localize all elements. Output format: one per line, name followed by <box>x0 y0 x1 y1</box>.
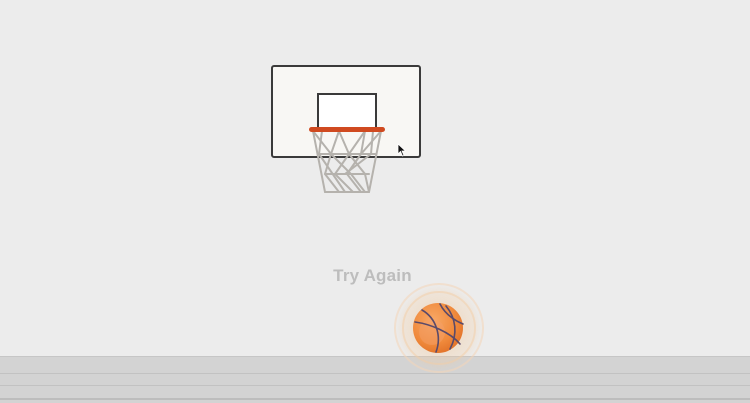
basketball-icon[interactable] <box>412 302 464 354</box>
floor-line <box>0 373 750 374</box>
rim <box>309 127 385 132</box>
net <box>312 130 382 193</box>
game-stage[interactable]: Try Again <box>0 0 750 403</box>
status-message[interactable]: Try Again <box>0 266 745 286</box>
arrow-cursor-icon <box>397 143 407 157</box>
court-floor <box>0 356 750 403</box>
floor-line <box>0 398 750 400</box>
hoop <box>309 127 385 193</box>
floor-line <box>0 385 750 386</box>
